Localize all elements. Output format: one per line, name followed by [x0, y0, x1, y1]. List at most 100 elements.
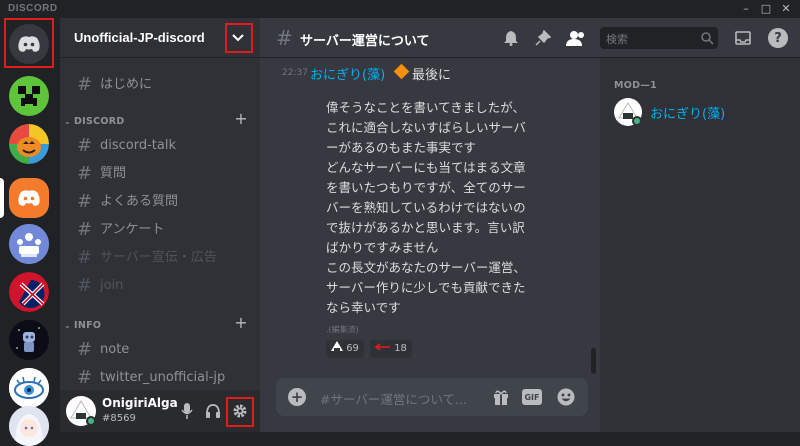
category-discord[interactable]: ⌄ DISCORD + — [64, 111, 254, 130]
channel-label: note — [100, 342, 130, 357]
role-heading: MOD—1 — [614, 80, 658, 91]
message-line: ばかりですみません — [326, 240, 439, 255]
uk-flag-icon — [9, 272, 49, 312]
add-channel-icon[interactable]: + — [234, 315, 248, 331]
hash-icon: # — [77, 275, 93, 296]
pumpkin-icon — [9, 124, 49, 164]
guild-creeper[interactable] — [9, 76, 49, 116]
avatar[interactable] — [66, 396, 96, 426]
channel-sidebar: Unofficial-JP-discord # はじめに ⌄ DISCORD + … — [60, 18, 260, 432]
channel-question[interactable]: # 質問 — [68, 161, 252, 187]
reaction-onigiri[interactable]: 69 — [326, 340, 364, 358]
creeper-icon — [9, 76, 49, 116]
channel-server-ad[interactable]: # サーバー宣伝・広告 — [68, 245, 252, 271]
hash-icon: # — [77, 191, 93, 212]
minimize-button[interactable]: – — [736, 1, 756, 17]
discord-logo-icon — [18, 190, 40, 206]
close-button[interactable]: ✕ — [776, 1, 796, 17]
emoji-icon[interactable] — [556, 387, 576, 407]
reaction-count: 69 — [346, 343, 359, 354]
user-tag: #8569 — [102, 413, 136, 424]
member-list: MOD—1 おにぎり(藻) — [600, 58, 800, 432]
search-input[interactable]: 検索 — [600, 27, 718, 49]
add-channel-icon[interactable]: + — [234, 111, 248, 127]
channel-label: サーバー宣伝・広告 — [100, 250, 217, 265]
hash-icon: # — [77, 339, 93, 360]
channel-twitter[interactable]: # twitter_unofficial-jp — [68, 365, 252, 391]
maximize-button[interactable]: □ — [756, 1, 776, 17]
guild-robot[interactable] — [9, 320, 49, 360]
members-icon[interactable] — [566, 29, 586, 47]
channel-discord-talk[interactable]: # discord-talk — [68, 133, 252, 159]
message-line: で抜けがあるかと思います。言い訳 — [326, 220, 525, 235]
channel-faq[interactable]: # よくある質問 — [68, 189, 252, 215]
channel-label: discord-talk — [100, 138, 177, 153]
diamond-icon — [393, 63, 410, 80]
avatar — [614, 98, 642, 126]
category-label: DISCORD — [74, 116, 125, 127]
channel-survey[interactable]: # アンケート — [68, 217, 252, 243]
channel-label: よくある質問 — [100, 194, 179, 209]
message-line: バーを熟知しているわけではないの — [326, 200, 526, 215]
message-line: 偉そうなことを書いてきましたが、 — [326, 100, 526, 115]
category-info[interactable]: ⌄ INFO + — [64, 315, 254, 334]
message-header-text: 最後に — [412, 68, 452, 83]
channel-hajimeni[interactable]: # はじめに — [68, 72, 252, 98]
user-panel: OnigiriAlga #8569 — [60, 390, 260, 432]
app-brand: DISCORD — [8, 3, 58, 14]
channel-label: アンケート — [100, 222, 165, 237]
gift-icon[interactable] — [492, 388, 510, 406]
channel-label: join — [100, 278, 124, 293]
pin-icon[interactable] — [534, 29, 552, 47]
hash-icon: # — [77, 247, 93, 268]
channel-label: 質問 — [100, 166, 127, 181]
inbox-icon[interactable] — [734, 29, 752, 47]
message-line: どんなサーバーにも当てはまる文章 — [326, 160, 526, 175]
headphones-icon[interactable] — [204, 402, 222, 420]
composer-placeholder: #サーバー運営について... — [320, 392, 467, 407]
gif-icon[interactable]: GIF — [522, 389, 542, 405]
search-icon — [700, 30, 714, 49]
message-composer[interactable]: + #サーバー運営について... GIF — [276, 378, 588, 416]
server-name: Unofficial-JP-discord — [74, 30, 205, 45]
reaction-arrow[interactable]: 18 — [370, 340, 412, 358]
server-menu-highlight — [225, 23, 253, 53]
settings-highlight — [226, 397, 254, 427]
scrollbar-thumb[interactable] — [591, 348, 596, 374]
help-icon[interactable]: ? — [768, 28, 788, 48]
anime-avatar-icon — [9, 406, 49, 446]
guild-unofficial-jp[interactable] — [9, 178, 49, 218]
server-header[interactable]: Unofficial-JP-discord — [60, 18, 260, 58]
channel-note[interactable]: # note — [68, 337, 252, 363]
edited-label: .(編集済) — [326, 325, 359, 334]
microphone-icon[interactable] — [178, 402, 196, 420]
channel-join[interactable]: # join — [68, 273, 252, 299]
channel-label: はじめに — [100, 77, 153, 92]
message-author[interactable]: おにぎり(藻) — [310, 64, 385, 83]
guild-eye[interactable] — [9, 368, 49, 408]
member-item[interactable]: おにぎり(藻) — [608, 96, 792, 128]
username: OnigiriAlga — [102, 396, 178, 410]
hash-icon: # — [77, 74, 93, 95]
guild-uk[interactable] — [9, 272, 49, 312]
message-line: この長文があなたのサーバー運営、 — [326, 260, 526, 275]
arrow-left-icon — [374, 343, 390, 351]
message-timestamp: 22:37 — [282, 68, 308, 78]
bell-icon[interactable] — [502, 29, 520, 47]
member-name: おにぎり(藻) — [650, 107, 726, 122]
chevron-down-icon: ⌄ — [64, 117, 72, 126]
eye-icon — [9, 368, 49, 408]
window-titlebar: DISCORD – □ ✕ — [0, 0, 800, 18]
guild-pumpkin[interactable] — [9, 124, 49, 164]
reaction-count: 18 — [394, 343, 407, 354]
channel-title: サーバー運営について — [300, 34, 430, 49]
hash-icon: # — [276, 26, 293, 50]
guild-anime[interactable] — [9, 406, 49, 446]
onigiri-avatar-icon — [70, 400, 96, 426]
channel-label: twitter_unofficial-jp — [100, 370, 226, 385]
guild-meeting[interactable] — [9, 224, 49, 264]
search-placeholder: 検索 — [606, 33, 628, 46]
add-attachment-icon[interactable]: + — [288, 388, 306, 406]
meeting-icon — [9, 224, 49, 264]
category-label: INFO — [74, 320, 102, 331]
